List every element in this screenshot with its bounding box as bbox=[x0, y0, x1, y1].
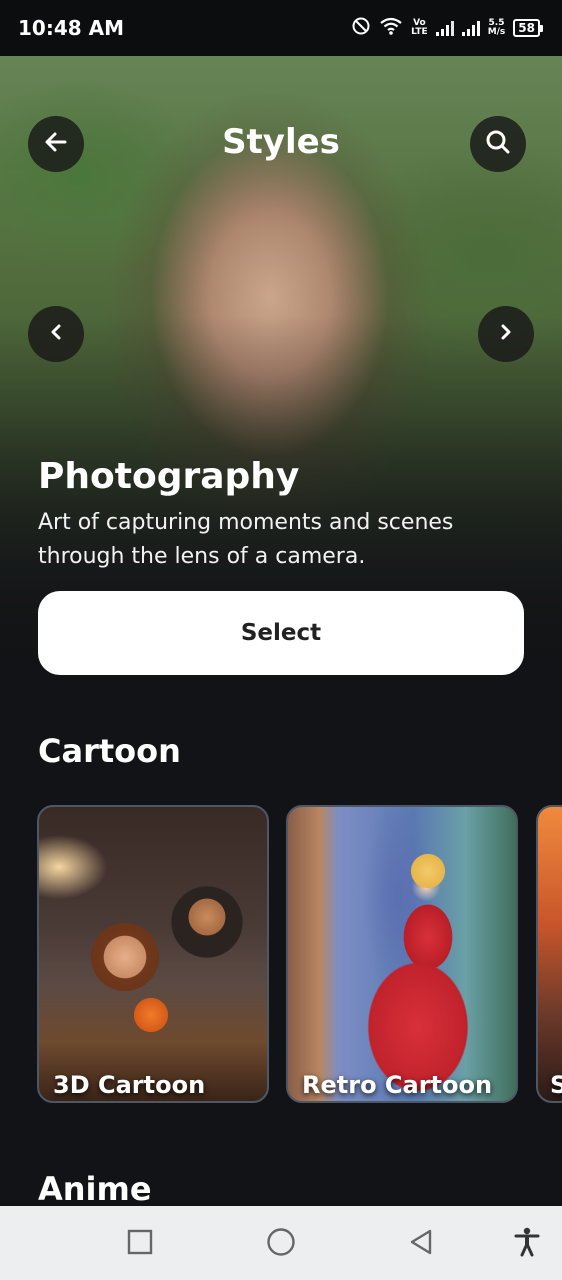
triangle-back-icon bbox=[408, 1228, 434, 1260]
signal-icon-1 bbox=[435, 20, 454, 36]
wifi-icon bbox=[379, 16, 403, 40]
system-navigation-bar bbox=[0, 1206, 562, 1280]
card-label: S bbox=[550, 1071, 562, 1099]
square-icon bbox=[127, 1229, 153, 1259]
volte-label: Vo LTE bbox=[411, 19, 428, 37]
volte-bottom: LTE bbox=[411, 27, 428, 37]
speed-unit: M/s bbox=[487, 27, 506, 37]
previous-style-button[interactable] bbox=[28, 306, 84, 362]
status-bar: 10:48 AM Vo LTE 5.5 M/s 58 bbox=[0, 0, 562, 56]
style-card-retro-cartoon[interactable]: Retro Cartoon bbox=[286, 805, 518, 1103]
back-nav-button[interactable] bbox=[403, 1226, 439, 1262]
card-label: Retro Cartoon bbox=[302, 1071, 493, 1099]
section-title-cartoon: Cartoon bbox=[38, 732, 181, 770]
style-name: Photography bbox=[38, 456, 300, 497]
search-button[interactable] bbox=[470, 116, 526, 172]
card-label: 3D Cartoon bbox=[53, 1071, 206, 1099]
accessibility-button[interactable] bbox=[509, 1226, 545, 1262]
status-time: 10:48 AM bbox=[18, 16, 125, 40]
recents-button[interactable] bbox=[122, 1226, 158, 1262]
battery-icon: 58 bbox=[513, 19, 543, 37]
signal-icon-2 bbox=[461, 20, 480, 36]
home-button[interactable] bbox=[263, 1226, 299, 1262]
chevron-left-icon bbox=[46, 322, 66, 346]
style-card-partial[interactable]: S bbox=[536, 805, 562, 1103]
network-speed: 5.5 M/s bbox=[488, 19, 506, 37]
next-style-button[interactable] bbox=[478, 306, 534, 362]
style-card-3d-cartoon[interactable]: 3D Cartoon bbox=[37, 805, 269, 1103]
style-description: Art of capturing moments and scenes thro… bbox=[38, 510, 454, 569]
select-button[interactable]: Select bbox=[38, 591, 524, 675]
accessibility-icon bbox=[513, 1227, 541, 1261]
section-title-anime: Anime bbox=[38, 1170, 152, 1208]
circle-icon bbox=[266, 1227, 296, 1261]
search-icon bbox=[484, 128, 512, 160]
status-icons: Vo LTE 5.5 M/s 58 bbox=[351, 16, 544, 40]
do-not-disturb-icon bbox=[351, 16, 371, 40]
chevron-right-icon bbox=[496, 322, 516, 346]
